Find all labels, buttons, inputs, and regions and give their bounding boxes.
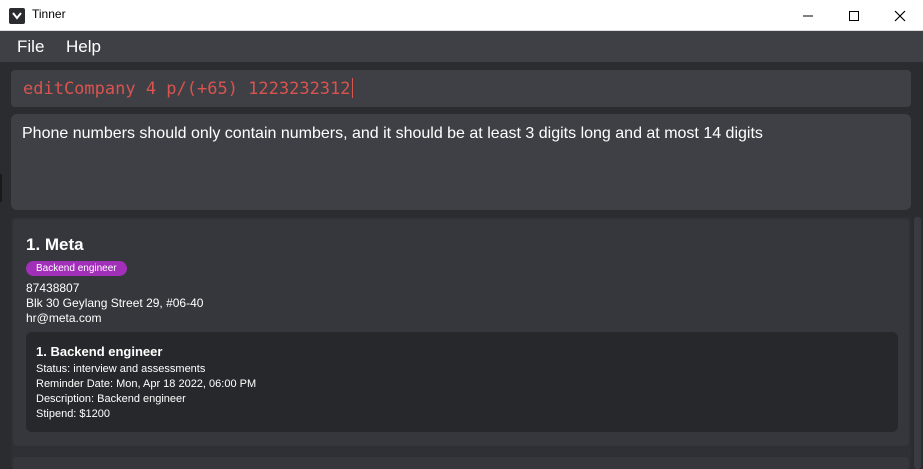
internship-description: Description: Backend engineer: [36, 393, 186, 405]
minimize-button[interactable]: [785, 0, 831, 31]
minimize-icon: [803, 15, 813, 17]
company-name: 1. Meta: [26, 235, 84, 254]
menu-help[interactable]: Help: [66, 37, 101, 57]
menu-file[interactable]: File: [17, 37, 44, 57]
internship-status: Status: interview and assessments: [36, 363, 206, 375]
company-card-partial[interactable]: [13, 457, 909, 469]
close-icon: [894, 10, 906, 22]
internship-stipend: Stipend: $1200: [36, 408, 111, 420]
title-bar: Tinner: [0, 0, 923, 31]
company-email: hr@meta.com: [26, 311, 102, 325]
scrollbar-thumb[interactable]: [914, 217, 921, 469]
splitter-mark: [0, 174, 2, 202]
text-caret: [351, 78, 353, 98]
menu-bar: File Help: [0, 31, 923, 62]
result-message: Phone numbers should only contain number…: [22, 125, 763, 142]
company-tag: Backend engineer: [26, 261, 127, 276]
maximize-icon: [849, 11, 859, 21]
command-box[interactable]: editCompany 4 p/(+65) 1223232312: [11, 70, 911, 107]
company-list[interactable]: 1. Meta Backend engineer 87438807 Blk 30…: [11, 217, 911, 469]
app-logo-icon: [9, 8, 25, 24]
internship-card[interactable]: 1. Backend engineer Status: interview an…: [26, 332, 898, 432]
company-phone: 87438807: [26, 281, 80, 295]
command-input-wrapper[interactable]: editCompany 4 p/(+65) 1223232312: [23, 78, 353, 99]
company-card[interactable]: 1. Meta Backend engineer 87438807 Blk 30…: [13, 219, 909, 446]
command-input[interactable]: editCompany 4 p/(+65) 1223232312: [23, 79, 351, 99]
company-address: Blk 30 Geylang Street 29, #06-40: [26, 296, 204, 310]
close-button[interactable]: [877, 0, 923, 31]
result-display: Phone numbers should only contain number…: [11, 114, 911, 210]
internship-reminder: Reminder Date: Mon, Apr 18 2022, 06:00 P…: [36, 378, 257, 390]
internship-title: 1. Backend engineer: [36, 344, 163, 359]
window-title: Tinner: [32, 7, 66, 21]
list-scrollbar[interactable]: [914, 217, 921, 469]
maximize-button[interactable]: [831, 0, 877, 31]
